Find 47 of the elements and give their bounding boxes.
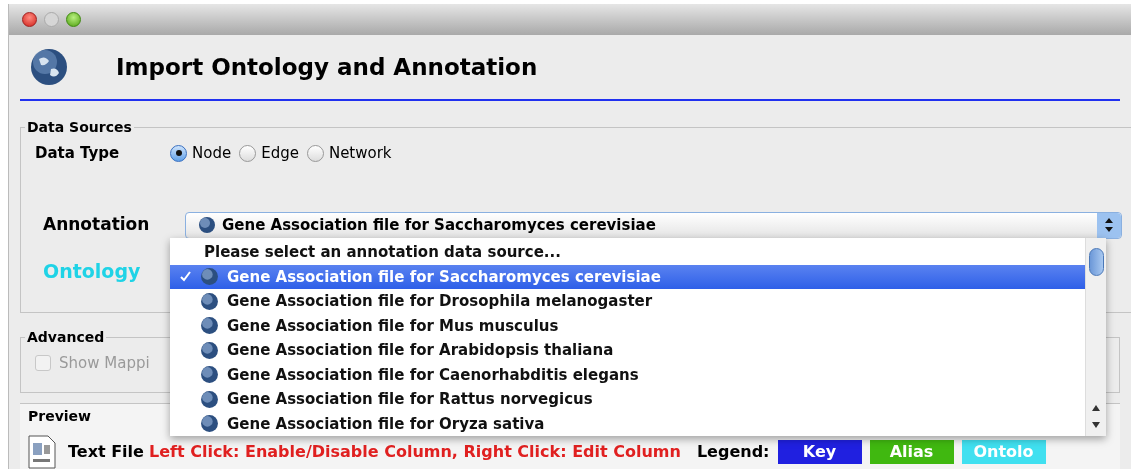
- hint-text: Left Click: Enable/Disable Column, Right Click: Edit Column: [148, 441, 681, 463]
- radio-button[interactable]: [306, 144, 324, 162]
- radio-button[interactable]: [170, 144, 187, 162]
- minimize-button[interactable]: [44, 12, 59, 27]
- data-source-option[interactable]: Gene Association file for Drosophila melanogaster: [170, 289, 1085, 314]
- data-source-option[interactable]: Gene Association file for Mus musculus: [170, 313, 1085, 338]
- globe-icon: [200, 267, 219, 287]
- stepper-icon: [1097, 212, 1121, 238]
- data-source-option[interactable]: Gene Association file for Rattus norvegicus: [170, 387, 1085, 412]
- scrollbar-thumb[interactable]: [1088, 248, 1104, 276]
- globe-icon: [29, 47, 69, 87]
- globe-icon: [200, 365, 219, 385]
- radio-button[interactable]: [239, 144, 257, 162]
- legend-tag: Ontolo: [961, 440, 1046, 464]
- data-source-option[interactable]: Gene Association file for Caenorhabditis elegans: [170, 362, 1085, 387]
- group-label: Data Sources: [26, 118, 133, 137]
- group-label: Preview: [28, 407, 91, 426]
- scroll-down-icon[interactable]: [1091, 421, 1101, 429]
- prompt-option[interactable]: Please select an annotation data source...: [170, 240, 1085, 265]
- globe-icon: [200, 414, 219, 434]
- globe-icon: [200, 389, 219, 409]
- file-type-label: Text File: [68, 441, 144, 463]
- data-source-option[interactable]: Gene Association file for Oryza sativa: [170, 411, 1085, 436]
- annotation-dropdown[interactable]: Gene Association file for Saccharomyces cerevisiae: [185, 211, 1122, 239]
- data-source-option[interactable]: Gene Association file for Arabidopsis thaliana: [170, 338, 1085, 363]
- legend-tag: Key: [777, 440, 862, 464]
- group-label: Advanced: [26, 328, 106, 347]
- zoom-button[interactable]: [66, 12, 81, 27]
- radio-label: Network: [328, 143, 392, 164]
- checkmark-icon: [179, 271, 191, 283]
- globe-icon: [198, 216, 216, 234]
- scroll-up-icon[interactable]: [1091, 404, 1101, 412]
- dialog-title: Import Ontology and Annotation: [116, 52, 538, 82]
- scrollbar[interactable]: [1085, 238, 1106, 436]
- globe-icon: [200, 340, 219, 360]
- globe-icon: [200, 291, 219, 311]
- field-label: Data Type: [35, 143, 121, 164]
- field-label: Ontology: [43, 259, 141, 282]
- legend-tag: Alias: [869, 440, 954, 464]
- globe-icon: [200, 316, 219, 336]
- legend-label: Legend:: [696, 441, 770, 463]
- checkbox-label: Show Mappi: [59, 353, 150, 374]
- radio-label: Node: [192, 143, 232, 164]
- field-label: Annotation: [43, 213, 151, 237]
- close-button[interactable]: [22, 12, 37, 27]
- radio-label: Edge: [261, 143, 299, 164]
- data-source-option[interactable]: Gene Association file for Saccharomyces cerevisiae: [170, 264, 1085, 289]
